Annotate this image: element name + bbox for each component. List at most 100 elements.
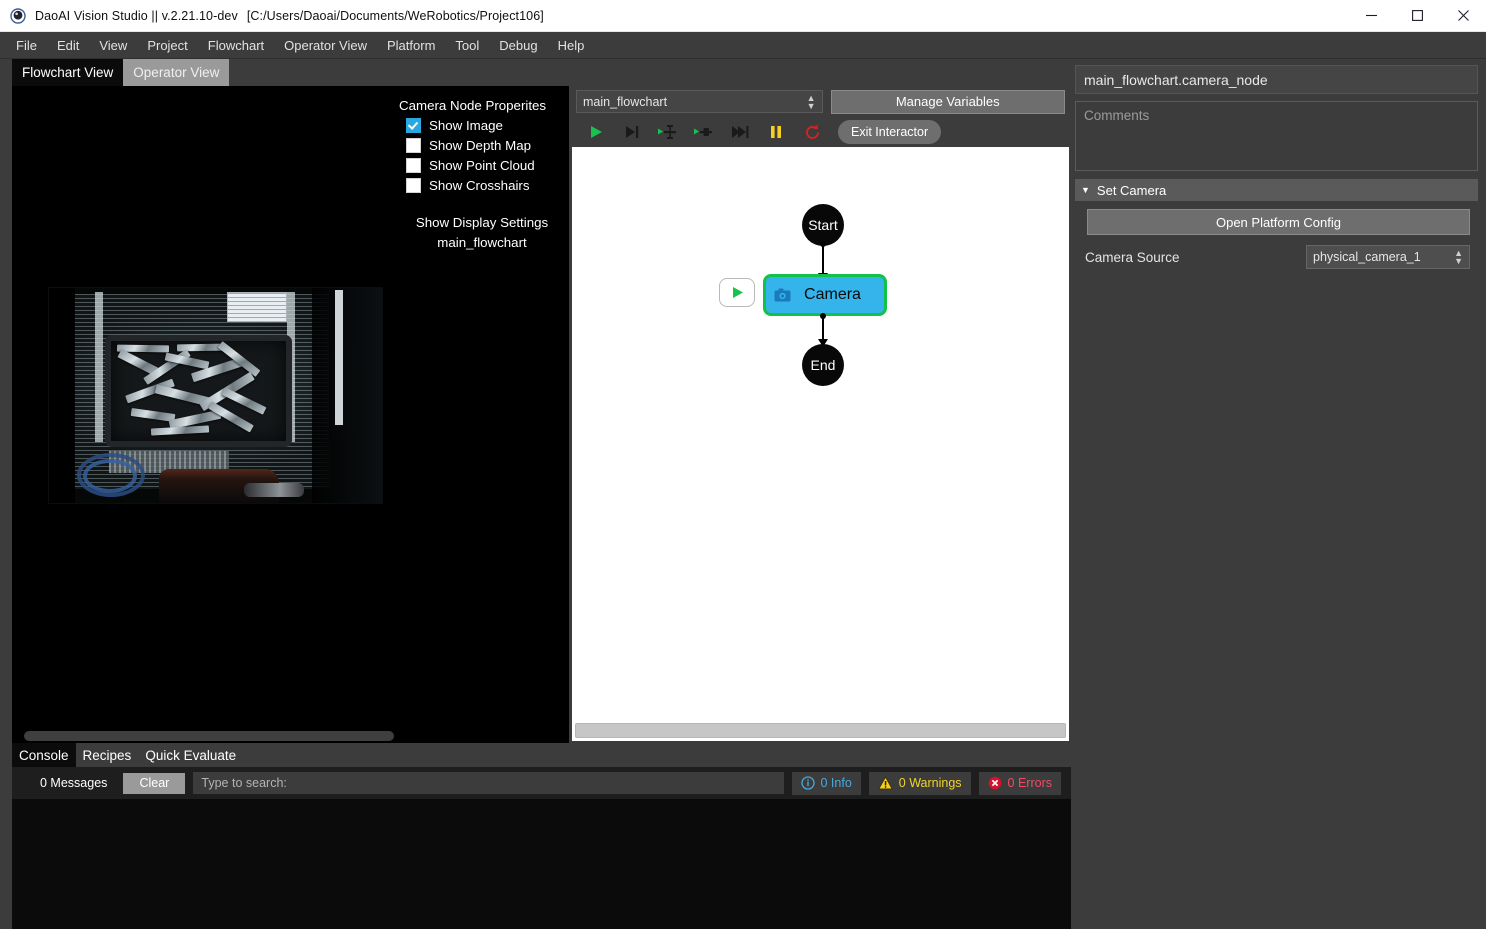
clear-button[interactable]: Clear (123, 772, 186, 794)
fast-forward-icon[interactable] (722, 118, 758, 146)
minimize-button[interactable] (1348, 0, 1394, 31)
scene-part-tray (105, 335, 292, 447)
view-tab-bar: Flowchart View Operator View (0, 59, 1071, 86)
tab-console[interactable]: Console (12, 743, 76, 767)
run-node-button[interactable] (719, 278, 755, 307)
window-controls (1348, 0, 1486, 31)
menu-edit[interactable]: Edit (47, 35, 89, 56)
checkbox-show-crosshairs[interactable]: Show Crosshairs (406, 178, 567, 193)
checkbox-label: Show Depth Map (429, 138, 531, 153)
status-warnings[interactable]: 0 Warnings (868, 771, 971, 795)
step-over-icon[interactable] (614, 118, 650, 146)
tab-flowchart-view[interactable]: Flowchart View (12, 59, 124, 86)
menu-debug[interactable]: Debug (489, 35, 547, 56)
show-display-settings-label[interactable]: Show Display Settings (397, 213, 567, 233)
flowchart-selector-value: main_flowchart (583, 94, 668, 109)
camera-source-value: physical_camera_1 (1313, 250, 1421, 264)
checkbox-indicator[interactable] (406, 138, 421, 153)
scene-tool-grip (244, 483, 304, 497)
menu-view[interactable]: View (89, 35, 137, 56)
status-info[interactable]: 0 Info (791, 771, 861, 795)
checkbox-indicator[interactable] (406, 178, 421, 193)
run-from-node-icon[interactable] (686, 118, 722, 146)
node-inspector-panel: main_flowchart.camera_node Comments ▼ Se… (1071, 59, 1486, 929)
checkbox-label: Show Image (429, 118, 503, 133)
camera-source-label: Camera Source (1085, 249, 1180, 265)
flow-node-start[interactable]: Start (802, 204, 844, 246)
scene-post-far (335, 290, 343, 425)
menu-project[interactable]: Project (137, 35, 197, 56)
search-input[interactable] (193, 772, 784, 794)
comments-field[interactable]: Comments (1075, 101, 1478, 171)
chevron-down-icon: ▼ (1081, 184, 1090, 195)
flowchart-canvas[interactable]: Start Camera End (572, 147, 1069, 741)
tab-operator-view[interactable]: Operator View (123, 59, 230, 86)
flowchart-pane: main_flowchart ▲ ▼ Manage Variables Exit… (570, 86, 1071, 743)
manage-variables-button[interactable]: Manage Variables (830, 89, 1065, 114)
camera-viewport[interactable]: Camera Node Properites Show Image Show D… (12, 86, 570, 743)
close-button[interactable] (1440, 0, 1486, 31)
run-icon[interactable] (578, 118, 614, 146)
properties-title: Camera Node Properites (399, 98, 547, 113)
checkbox-show-depth-map[interactable]: Show Depth Map (406, 138, 567, 153)
scene-shadow-right (312, 288, 382, 503)
status-label: 0 Info (820, 776, 852, 790)
flowchart-top-bar: main_flowchart ▲ ▼ Manage Variables (570, 86, 1071, 117)
section-set-camera[interactable]: ▼ Set Camera (1075, 179, 1478, 201)
checkbox-show-point-cloud[interactable]: Show Point Cloud (406, 158, 567, 173)
camera-node-properties-overlay: Camera Node Properites Show Image Show D… (397, 86, 569, 253)
scene-post-left (95, 292, 103, 442)
scene-cable-coil (83, 459, 137, 493)
reload-icon[interactable] (794, 118, 830, 146)
scrollbar-thumb[interactable] (575, 723, 1066, 738)
status-errors[interactable]: 0 Errors (978, 771, 1061, 795)
chevron-updown-icon: ▲ ▼ (806, 92, 816, 111)
camera-preview-image (48, 287, 383, 504)
checkbox-label: Show Point Cloud (429, 158, 535, 173)
menu-file[interactable]: File (6, 35, 47, 56)
flowchart-toolbar: Exit Interactor (570, 117, 1071, 147)
console-toolbar: 0 Messages Clear 0 Info (12, 767, 1071, 799)
menu-operator-view[interactable]: Operator View (274, 35, 377, 56)
flowchart-selector[interactable]: main_flowchart ▲ ▼ (576, 90, 823, 113)
camera-icon (774, 288, 791, 302)
application-window: DaoAI Vision Studio || v.2.21.10-dev [C:… (0, 0, 1486, 929)
warning-icon (877, 776, 893, 790)
viewport-horizontal-scrollbar[interactable] (12, 729, 569, 743)
console-pane: Console Recipes Quick Evaluate 0 Message… (12, 743, 1071, 929)
run-to-node-icon[interactable] (650, 118, 686, 146)
checkbox-indicator[interactable] (406, 158, 421, 173)
status-label: 0 Errors (1007, 776, 1052, 790)
scrollbar-thumb[interactable] (24, 731, 394, 741)
checkbox-indicator-checked[interactable] (406, 118, 421, 133)
checkbox-label: Show Crosshairs (429, 178, 530, 193)
scene-shadow-left (49, 288, 75, 503)
node-label: Start (808, 217, 838, 233)
checkbox-show-image[interactable]: Show Image (406, 118, 567, 133)
chevron-updown-icon: ▲ ▼ (1454, 248, 1463, 266)
pause-icon[interactable] (758, 118, 794, 146)
menu-tool[interactable]: Tool (445, 35, 489, 56)
flow-node-end[interactable]: End (802, 344, 844, 386)
inspector-empty-area (1075, 277, 1478, 921)
tab-recipes[interactable]: Recipes (76, 743, 139, 767)
error-icon (988, 776, 1001, 790)
menu-help[interactable]: Help (548, 35, 595, 56)
node-label: End (810, 357, 836, 373)
left-column: Flowchart View Operator View Camera Node… (0, 59, 1071, 929)
info-icon (800, 776, 815, 790)
menu-platform[interactable]: Platform (377, 35, 445, 56)
flow-node-camera[interactable]: Camera (763, 274, 887, 316)
tab-quick-evaluate[interactable]: Quick Evaluate (138, 743, 243, 767)
menu-flowchart[interactable]: Flowchart (198, 35, 274, 56)
menu-bar: File Edit View Project Flowchart Operato… (0, 32, 1486, 59)
inspector-title: main_flowchart.camera_node (1075, 65, 1478, 94)
window-title: DaoAI Vision Studio || v.2.21.10-dev (35, 8, 238, 23)
console-tab-bar: Console Recipes Quick Evaluate (12, 743, 1071, 767)
maximize-button[interactable] (1394, 0, 1440, 31)
canvas-horizontal-scrollbar[interactable] (575, 723, 1066, 738)
camera-source-select[interactable]: physical_camera_1 ▲ ▼ (1306, 245, 1470, 269)
play-icon (732, 287, 743, 298)
open-platform-config-button[interactable]: Open Platform Config (1087, 209, 1470, 235)
exit-interactor-button[interactable]: Exit Interactor (838, 120, 942, 144)
